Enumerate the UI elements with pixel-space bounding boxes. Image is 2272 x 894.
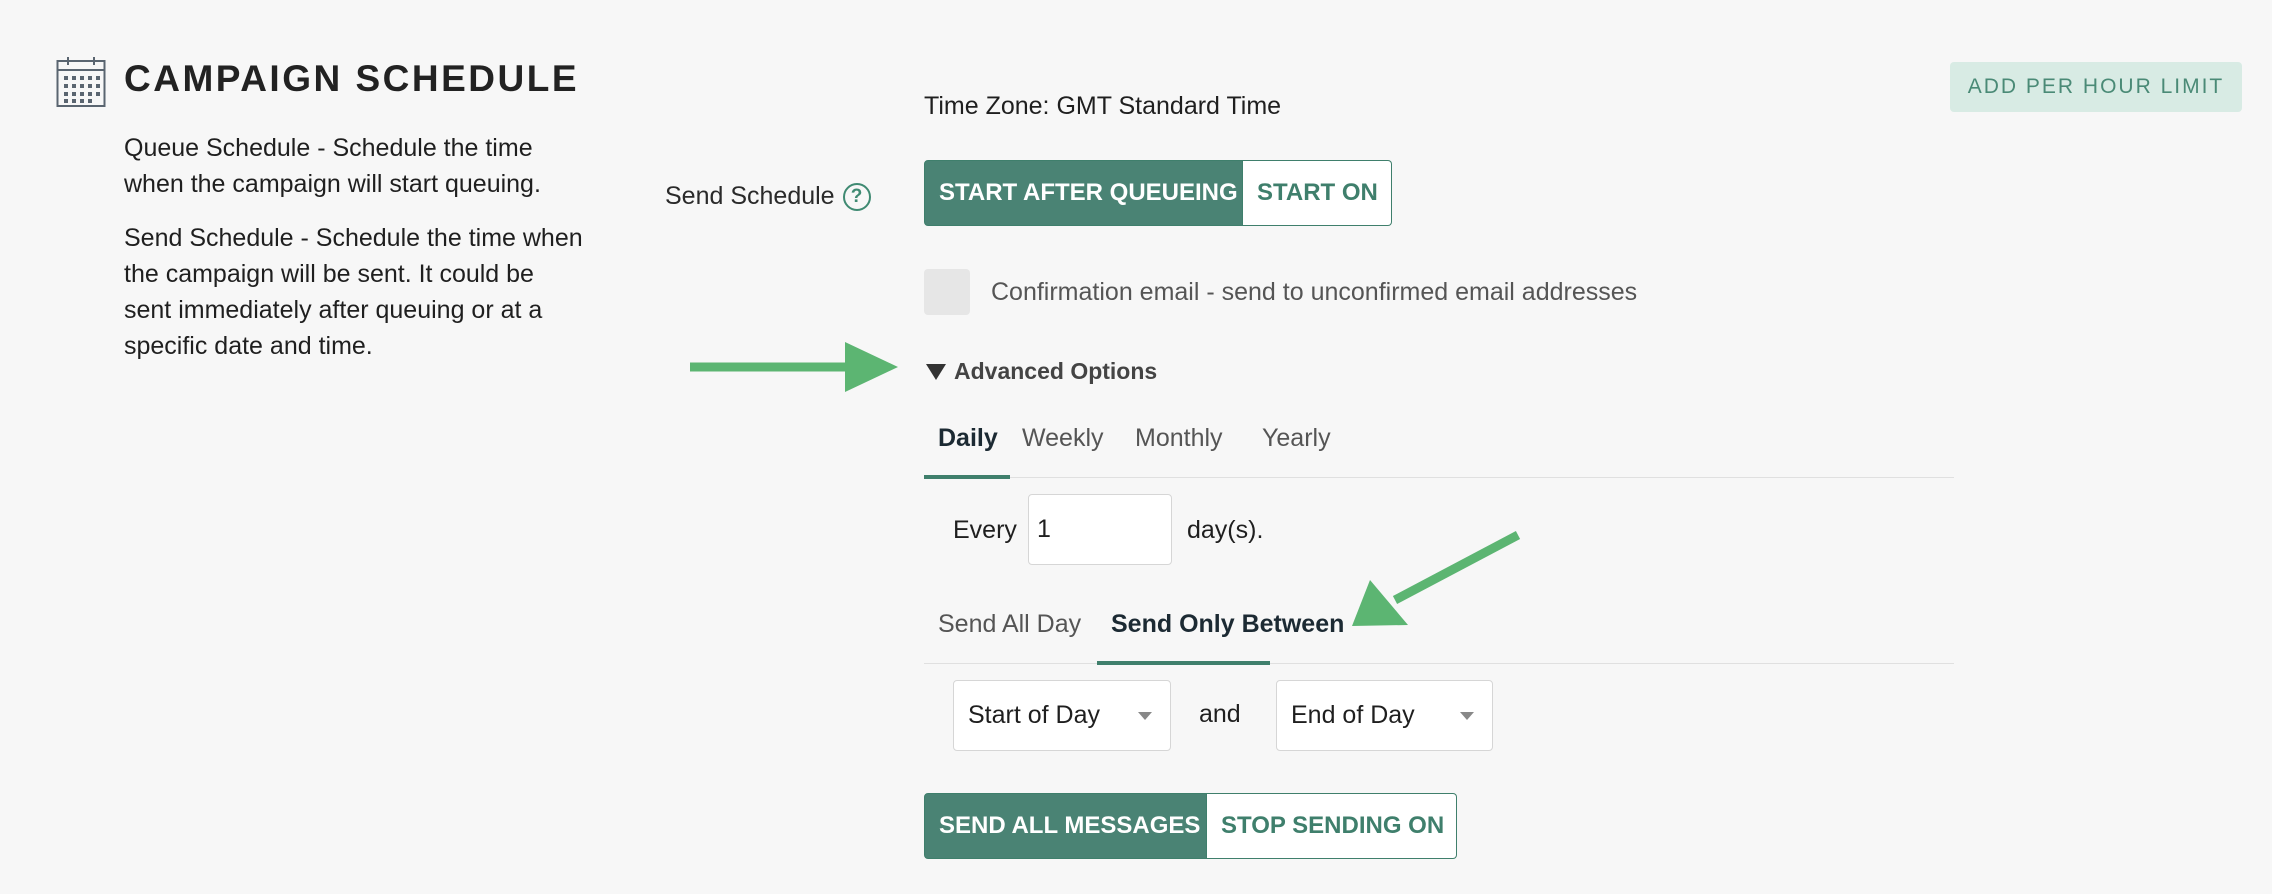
start-time-value: Start of Day: [968, 701, 1100, 729]
tab-monthly[interactable]: Monthly: [1135, 424, 1223, 453]
end-time-select[interactable]: End of Day: [1276, 680, 1493, 751]
question-circle-icon[interactable]: ?: [842, 182, 871, 211]
end-time-value: End of Day: [1291, 701, 1415, 729]
tab-send-only-between-underline: [1097, 661, 1270, 665]
confirmation-email-checkbox[interactable]: [924, 269, 970, 315]
chevron-down-icon: [1138, 712, 1152, 720]
tab-weekly[interactable]: Weekly: [1022, 424, 1104, 453]
campaign-schedule-page: CAMPAIGN SCHEDULE Queue Schedule - Sched…: [0, 0, 2272, 894]
advanced-options-toggle[interactable]: Advanced Options: [926, 358, 1157, 385]
tab-daily[interactable]: Daily: [938, 424, 998, 453]
send-schedule-field-label: Send Schedule ?: [665, 182, 871, 211]
start-after-queueing-button[interactable]: START AFTER QUEUEING: [924, 160, 1243, 226]
timezone-label: Time Zone: GMT Standard Time: [924, 92, 1282, 120]
every-label: Every: [953, 516, 1017, 544]
calendar-icon: [56, 57, 106, 107]
send-schedule-label-text: Send Schedule: [665, 182, 835, 210]
send-schedule-description: Send Schedule - Schedule the time when t…: [124, 224, 583, 360]
section-title: CAMPAIGN SCHEDULE: [124, 58, 579, 99]
start-on-button[interactable]: START ON: [1243, 160, 1392, 226]
tab-daily-underline: [924, 475, 1010, 479]
tab-yearly[interactable]: Yearly: [1262, 424, 1331, 453]
tab-send-only-between[interactable]: Send Only Between: [1111, 610, 1344, 639]
send-schedule-toggle: START AFTER QUEUEING START ON: [924, 160, 1392, 226]
triangle-down-icon: [926, 363, 946, 380]
every-days-input[interactable]: [1028, 494, 1172, 565]
queue-schedule-description: Queue Schedule - Schedule the time when …: [124, 134, 541, 198]
and-label: and: [1199, 700, 1241, 728]
send-mode-toggle: SEND ALL MESSAGES STOP SENDING ON: [924, 793, 1457, 859]
add-per-hour-limit-button[interactable]: ADD PER HOUR LIMIT: [1950, 62, 2242, 112]
arrow-right-icon: [690, 342, 898, 392]
send-window-tabs: Send All Day Send Only Between: [924, 596, 1954, 665]
start-time-select[interactable]: Start of Day: [953, 680, 1171, 751]
confirmation-email-label: Confirmation email - send to unconfirmed…: [991, 278, 1638, 306]
days-unit-label: day(s).: [1187, 516, 1264, 544]
tab-send-all-day[interactable]: Send All Day: [938, 610, 1081, 639]
advanced-options-label: Advanced Options: [954, 358, 1158, 384]
recurrence-tabs: Daily Weekly Monthly Yearly: [924, 410, 1954, 479]
chevron-down-icon: [1460, 712, 1474, 720]
send-all-messages-button[interactable]: SEND ALL MESSAGES: [924, 793, 1207, 859]
stop-sending-on-button[interactable]: STOP SENDING ON: [1207, 793, 1457, 859]
